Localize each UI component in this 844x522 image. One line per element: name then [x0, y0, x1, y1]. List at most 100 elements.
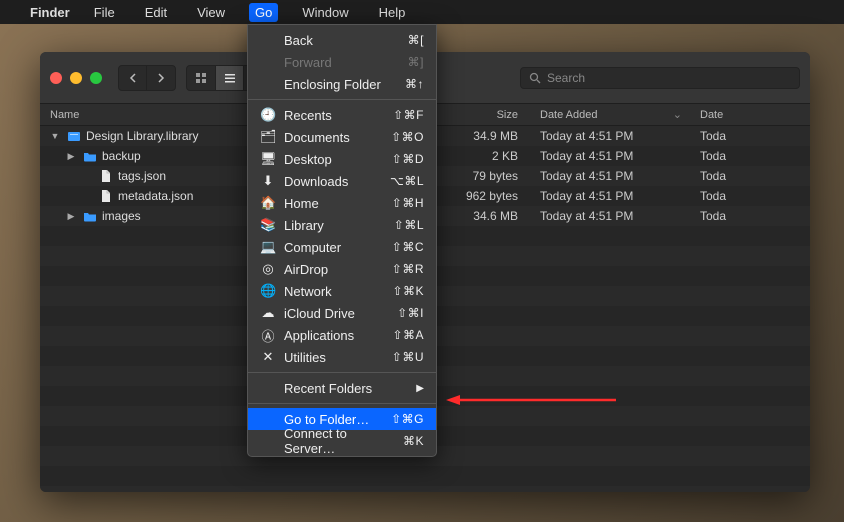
file-size: 34.9 MB [440, 129, 530, 143]
file-date-modified: Toda [690, 149, 810, 163]
menu-item-label: Network [284, 284, 384, 299]
menu-item-connect-to-server[interactable]: Connect to Server…⌘K [248, 430, 436, 452]
app-name[interactable]: Finder [30, 5, 70, 20]
file-size: 79 bytes [440, 169, 530, 183]
file-name: backup [102, 149, 141, 163]
menu-item-recents[interactable]: 🕘Recents⇧⌘F [248, 104, 436, 126]
empty-row [40, 486, 810, 492]
menu-window[interactable]: Window [296, 3, 354, 22]
file-name: tags.json [118, 169, 166, 183]
menu-item-label: Home [284, 196, 384, 211]
file-date-modified: Toda [690, 189, 810, 203]
file-icon [98, 188, 114, 204]
menu-shortcut: ⌥⌘L [390, 174, 424, 188]
file-date-added: Today at 4:51 PM [530, 209, 690, 223]
menu-edit[interactable]: Edit [139, 3, 173, 22]
menu-item-desktop[interactable]: 🖥 Desktop ⇧⌘D [248, 148, 436, 170]
file-name: metadata.json [118, 189, 193, 203]
menu-shortcut: ⌘[ [408, 33, 424, 47]
window-controls [50, 72, 102, 84]
menu-item-label: Documents [284, 130, 383, 145]
menu-item-airdrop[interactable]: ◎AirDrop⇧⌘R [248, 258, 436, 280]
menu-item-label: AirDrop [284, 262, 384, 277]
file-icon [98, 168, 114, 184]
menu-shortcut: ⌘↑ [405, 77, 424, 91]
file-size: 962 bytes [440, 189, 530, 203]
menu-file[interactable]: File [88, 3, 121, 22]
search-field[interactable] [520, 67, 800, 89]
menu-shortcut: ⇧⌘G [391, 412, 424, 426]
menu-item-forward: Forward⌘] [248, 51, 436, 73]
utilities-icon: ✕ [260, 349, 276, 365]
cloud-icon: ☁ [260, 305, 276, 321]
col-date-modified[interactable]: Date [690, 109, 810, 121]
download-icon: ⬇ [260, 173, 276, 189]
menu-item-applications[interactable]: ⒶApplications⇧⌘A [248, 324, 436, 346]
col-date-added[interactable]: Date Added⌄ [530, 108, 690, 121]
menu-item-label: Back [284, 33, 400, 48]
menu-shortcut: ⌘] [408, 55, 424, 69]
menu-separator [248, 372, 436, 373]
menu-item-home[interactable]: 🏠Home⇧⌘H [248, 192, 436, 214]
empty-row [40, 466, 810, 486]
menu-go[interactable]: Go [249, 3, 278, 22]
menu-help[interactable]: Help [373, 3, 412, 22]
view-list-button[interactable] [215, 66, 243, 90]
menu-item-library[interactable]: 📚Library⇧⌘L [248, 214, 436, 236]
folder-icon [82, 208, 98, 224]
back-button[interactable] [119, 66, 147, 90]
desktop-icon: 🖥 [260, 151, 276, 167]
home-icon: 🏠 [260, 195, 276, 211]
doc-icon: 🗂 [260, 129, 276, 145]
menu-item-label: Desktop [284, 152, 384, 167]
file-size: 2 KB [440, 149, 530, 163]
library-icon [66, 128, 82, 144]
menu-item-documents[interactable]: 🗂 Documents ⇧⌘O [248, 126, 436, 148]
search-icon [529, 72, 541, 84]
col-size[interactable]: Size [440, 109, 530, 121]
zoom-button[interactable] [90, 72, 102, 84]
search-input[interactable] [547, 71, 791, 85]
menu-shortcut: ⇧⌘C [392, 240, 424, 254]
disclosure-triangle[interactable]: ▶ [64, 151, 78, 162]
menu-item-icloud-drive[interactable]: ☁iCloud Drive⇧⌘I [248, 302, 436, 324]
computer-icon: 💻 [260, 239, 276, 255]
disclosure-triangle[interactable]: ▼ [48, 131, 62, 141]
menu-view[interactable]: View [191, 3, 231, 22]
view-icon-button[interactable] [187, 66, 215, 90]
file-date-modified: Toda [690, 129, 810, 143]
menu-item-enclosing-folder[interactable]: Enclosing Folder⌘↑ [248, 73, 436, 95]
menu-item-back[interactable]: Back ⌘[ [248, 29, 436, 51]
menu-item-label: Recents [284, 108, 385, 123]
menu-item-label: Computer [284, 240, 384, 255]
menu-item-downloads[interactable]: ⬇ Downloads ⌥⌘L [248, 170, 436, 192]
sort-indicator-icon: ⌄ [673, 108, 682, 121]
menu-shortcut: ⇧⌘K [392, 284, 424, 298]
disclosure-triangle[interactable]: ▶ [64, 211, 78, 222]
menu-item-computer[interactable]: 💻 Computer ⇧⌘C [248, 236, 436, 258]
menu-item-label: Downloads [284, 174, 382, 189]
menu-item-utilities[interactable]: ✕Utilities⇧⌘U [248, 346, 436, 368]
file-name: Design Library.library [86, 129, 198, 143]
file-date-modified: Toda [690, 209, 810, 223]
folder-icon [82, 148, 98, 164]
file-date-added: Today at 4:51 PM [530, 169, 690, 183]
menu-item-label: Utilities [284, 350, 384, 365]
close-button[interactable] [50, 72, 62, 84]
file-date-modified: Toda [690, 169, 810, 183]
nav-buttons [118, 65, 176, 91]
minimize-button[interactable] [70, 72, 82, 84]
forward-button[interactable] [147, 66, 175, 90]
menu-shortcut: ⇧⌘I [397, 306, 424, 320]
menu-item-recent-folders[interactable]: Recent Folders▶ [248, 377, 436, 399]
menu-separator [248, 403, 436, 404]
menu-shortcut: ⇧⌘R [392, 262, 424, 276]
apps-icon: Ⓐ [260, 326, 276, 345]
menu-shortcut: ⇧⌘O [391, 130, 424, 144]
menu-shortcut: ⇧⌘D [392, 152, 424, 166]
file-date-added: Today at 4:51 PM [530, 189, 690, 203]
menu-shortcut: ⇧⌘F [393, 108, 424, 122]
menu-item-network[interactable]: 🌐Network⇧⌘K [248, 280, 436, 302]
menu-item-label: Recent Folders [284, 381, 408, 396]
file-date-added: Today at 4:51 PM [530, 149, 690, 163]
